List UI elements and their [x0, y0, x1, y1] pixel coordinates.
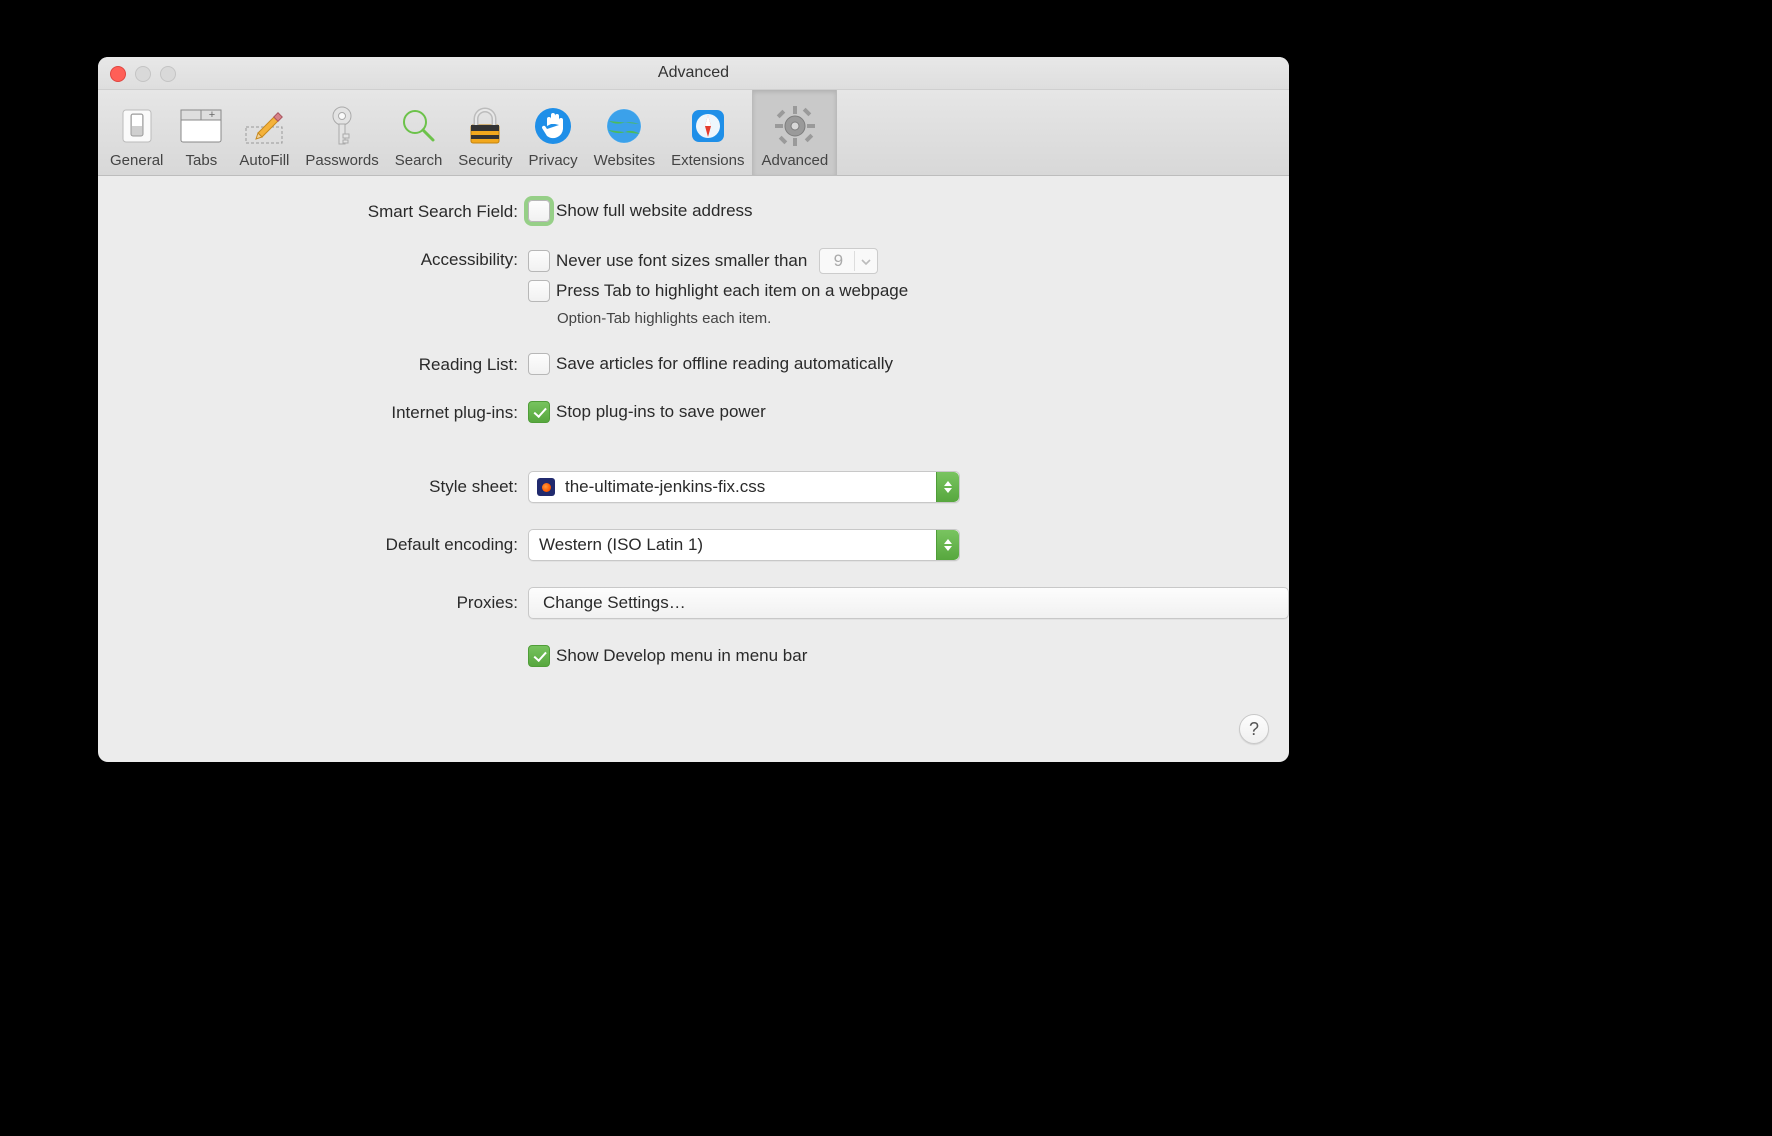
select-stylesheet[interactable]: the-ultimate-jenkins-fix.css	[528, 471, 960, 503]
min-font-value: 9	[820, 251, 854, 271]
checkbox-min-font-size[interactable]	[528, 250, 550, 272]
label-plugins: Internet plug-ins:	[98, 401, 528, 423]
gear-icon	[773, 104, 817, 148]
tab-general[interactable]: General	[102, 90, 171, 175]
preferences-window: Advanced General + Tabs	[98, 57, 1289, 762]
tab-label: Passwords	[305, 152, 378, 169]
tab-label: Privacy	[528, 152, 577, 169]
tab-autofill[interactable]: AutoFill	[231, 90, 297, 175]
checkbox-show-full-address[interactable]	[528, 200, 550, 222]
checkbox-stop-plugins[interactable]	[528, 401, 550, 423]
pencil-form-icon	[242, 104, 286, 148]
tab-tabs[interactable]: + Tabs	[171, 90, 231, 175]
close-icon[interactable]	[110, 66, 126, 82]
preferences-toolbar: General + Tabs	[98, 90, 1289, 176]
tab-advanced[interactable]: Advanced	[752, 90, 837, 175]
label-encoding: Default encoding:	[98, 529, 528, 555]
encoding-value: Western (ISO Latin 1)	[529, 535, 936, 555]
key-icon	[320, 104, 364, 148]
checkbox-show-develop[interactable]	[528, 645, 550, 667]
tab-privacy[interactable]: Privacy	[520, 90, 585, 175]
tab-label: Websites	[594, 152, 655, 169]
hint-option-tab: Option-Tab highlights each item.	[557, 310, 1289, 327]
option-save-offline: Save articles for offline reading automa…	[556, 354, 893, 374]
tab-label: General	[110, 152, 163, 169]
window-title: Advanced	[98, 57, 1289, 89]
tab-label: Tabs	[186, 152, 218, 169]
tab-label: Security	[458, 152, 512, 169]
titlebar: Advanced	[98, 57, 1289, 90]
tab-search[interactable]: Search	[387, 90, 451, 175]
checkbox-press-tab[interactable]	[528, 280, 550, 302]
option-press-tab: Press Tab to highlight each item on a we…	[556, 281, 908, 301]
lock-icon	[463, 104, 507, 148]
tab-passwords[interactable]: Passwords	[297, 90, 386, 175]
tab-label: AutoFill	[239, 152, 289, 169]
help-label: ?	[1249, 719, 1259, 740]
globe-icon	[602, 104, 646, 148]
option-show-full-address: Show full website address	[556, 201, 753, 221]
tab-security[interactable]: Security	[450, 90, 520, 175]
switch-icon	[115, 104, 159, 148]
help-button[interactable]: ?	[1239, 714, 1269, 744]
svg-text:+: +	[209, 109, 215, 121]
label-stylesheet: Style sheet:	[98, 471, 528, 497]
minimize-icon[interactable]	[135, 66, 151, 82]
label-smart-search: Smart Search Field:	[98, 200, 528, 222]
label-reading-list: Reading List:	[98, 353, 528, 375]
magnifier-icon	[397, 104, 441, 148]
updown-icon	[936, 530, 959, 560]
label-accessibility: Accessibility:	[98, 248, 528, 270]
file-icon	[537, 478, 555, 496]
tab-label: Search	[395, 152, 443, 169]
advanced-pane: Smart Search Field: Show full website ad…	[98, 176, 1289, 762]
tabs-icon: +	[179, 104, 223, 148]
hand-icon	[531, 104, 575, 148]
select-encoding[interactable]: Western (ISO Latin 1)	[528, 529, 960, 561]
stylesheet-value: the-ultimate-jenkins-fix.css	[555, 477, 936, 497]
tab-extensions[interactable]: Extensions	[663, 90, 752, 175]
chevron-down-icon	[854, 251, 877, 271]
tab-websites[interactable]: Websites	[586, 90, 663, 175]
change-settings-button[interactable]: Change Settings…	[528, 587, 1289, 619]
option-min-font-size: Never use font sizes smaller than	[556, 251, 807, 271]
option-stop-plugins: Stop plug-ins to save power	[556, 402, 766, 422]
zoom-icon[interactable]	[160, 66, 176, 82]
tab-label: Extensions	[671, 152, 744, 169]
option-show-develop: Show Develop menu in menu bar	[556, 646, 807, 666]
updown-icon	[936, 472, 959, 502]
checkbox-save-offline[interactable]	[528, 353, 550, 375]
label-proxies: Proxies:	[98, 587, 528, 613]
min-font-size-stepper[interactable]: 9	[819, 248, 878, 274]
button-label: Change Settings…	[543, 593, 686, 613]
window-controls	[110, 66, 176, 82]
tab-label: Advanced	[761, 152, 828, 169]
compass-icon	[686, 104, 730, 148]
